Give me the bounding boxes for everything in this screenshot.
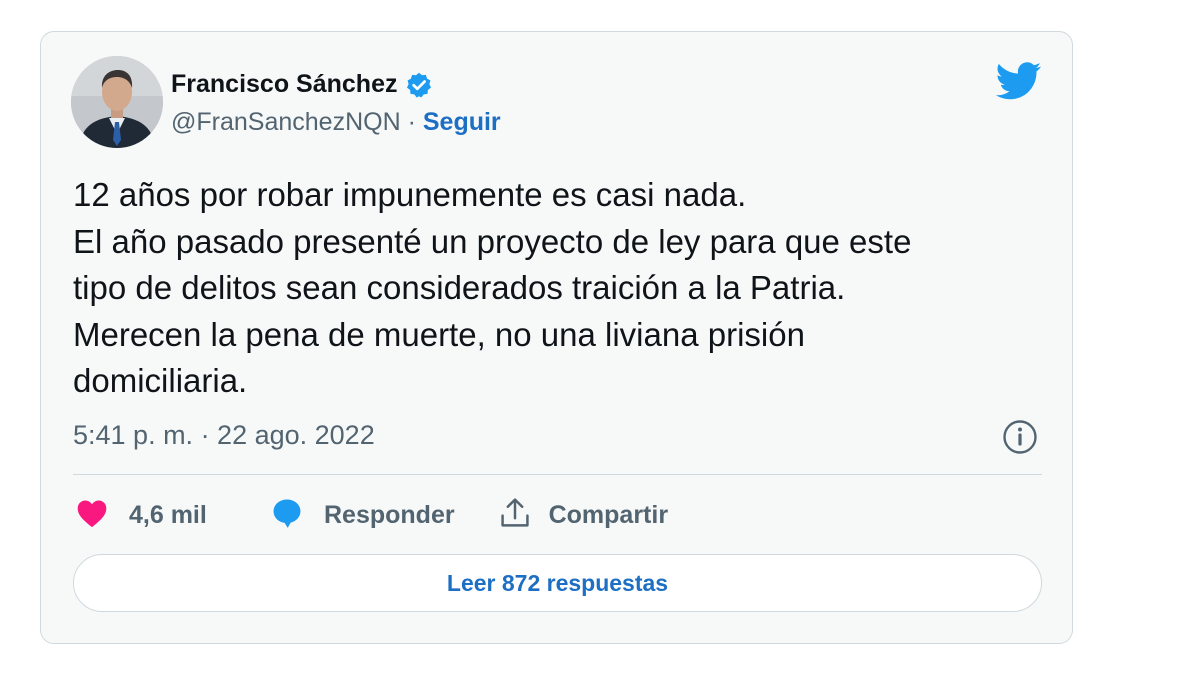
tweet-actions: 4,6 mil Responder Compartir xyxy=(75,494,668,536)
twitter-bird-icon[interactable] xyxy=(995,62,1042,100)
reply-bubble-icon xyxy=(270,496,304,535)
read-replies-button[interactable]: Leer 872 respuestas xyxy=(73,554,1042,612)
share-label: Compartir xyxy=(548,500,669,529)
author-name[interactable]: Francisco Sánchez xyxy=(171,70,397,99)
avatar-photo xyxy=(71,56,163,148)
verified-badge-icon xyxy=(405,71,433,99)
tweet-text: 12 años por robar impunemente es casi na… xyxy=(73,172,1063,405)
tweet-text-line: domiciliaria. xyxy=(73,362,248,399)
heart-icon xyxy=(75,498,109,533)
info-icon[interactable] xyxy=(1002,419,1038,455)
avatar[interactable] xyxy=(71,56,163,148)
author-name-row: Francisco Sánchez xyxy=(171,70,433,99)
reply-button[interactable]: Responder xyxy=(270,496,455,535)
follow-link[interactable]: Seguir xyxy=(423,108,501,136)
share-icon xyxy=(499,496,531,535)
tweet-text-line: El año pasado presenté un proyecto de le… xyxy=(73,222,912,260)
author-handle[interactable]: @FranSanchezNQN xyxy=(171,108,401,136)
divider xyxy=(73,474,1042,475)
like-button[interactable]: 4,6 mil xyxy=(75,498,215,533)
tweet-text-line: Merecen la pena de muerte, no una livian… xyxy=(73,315,805,353)
reply-label: Responder xyxy=(324,500,455,529)
tweet-text-line: 12 años por robar impunemente es casi na… xyxy=(73,176,747,213)
like-count: 4,6 mil xyxy=(129,500,207,529)
share-button[interactable]: Compartir xyxy=(499,496,668,535)
tweet-text-line: tipo de delitos sean considerados traici… xyxy=(73,269,846,306)
author-handle-row: @FranSanchezNQN · Seguir xyxy=(171,108,501,137)
tweet-embed-card: Francisco Sánchez @FranSanchezNQN · Segu… xyxy=(40,31,1073,644)
handle-separator: · xyxy=(400,108,423,136)
read-replies-label: Leer 872 respuestas xyxy=(446,569,669,596)
tweet-timestamp[interactable]: 5:41 p. m. · 22 ago. 2022 xyxy=(73,420,375,451)
